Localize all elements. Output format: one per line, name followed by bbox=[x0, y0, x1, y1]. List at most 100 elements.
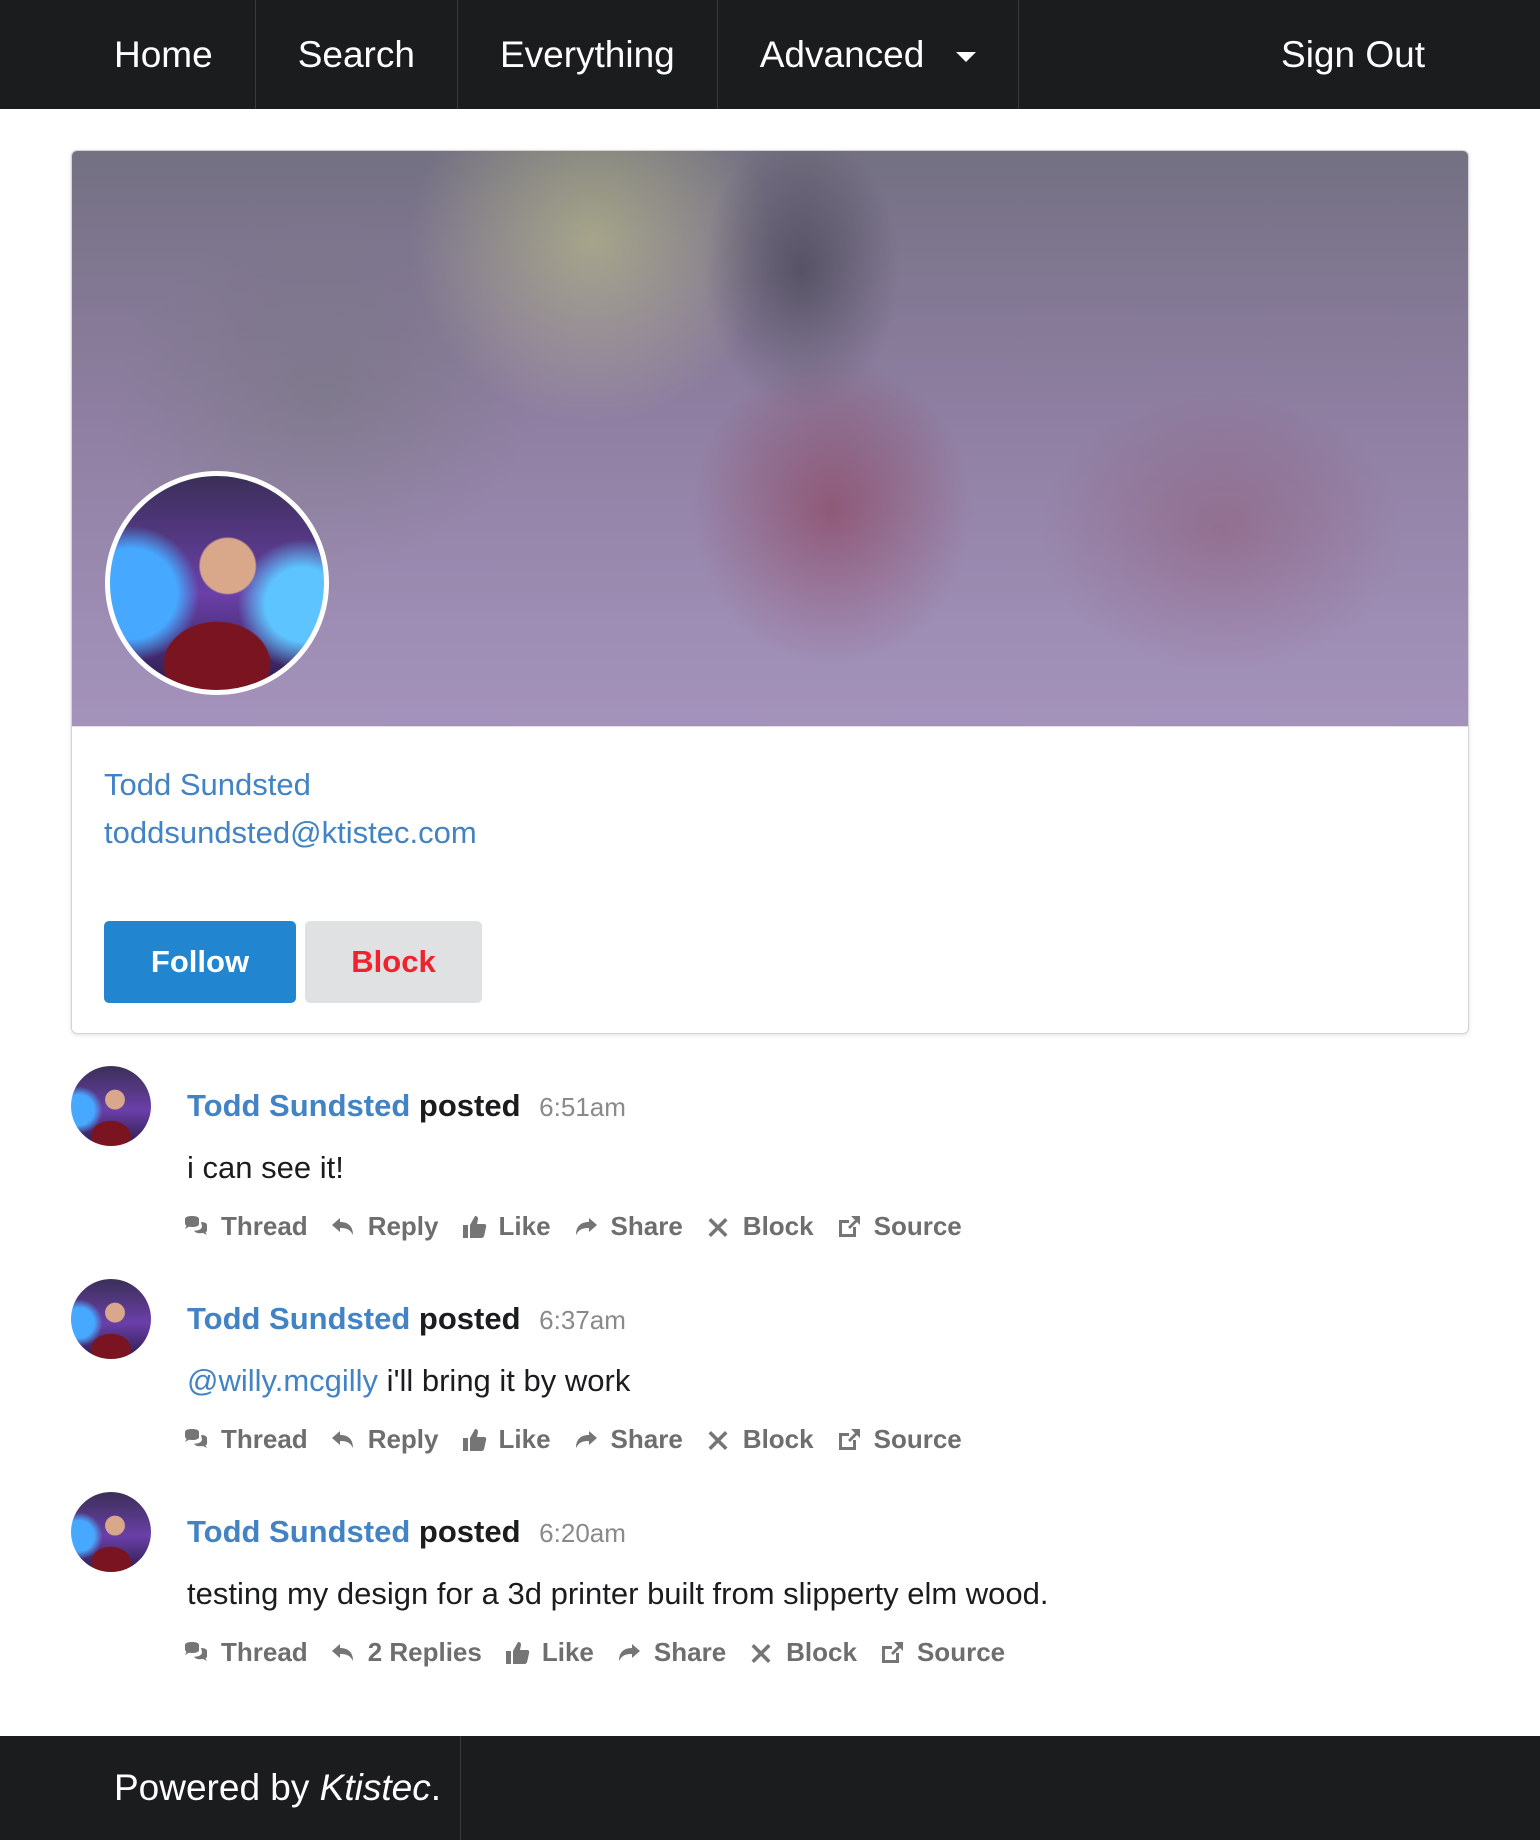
like-label: Like bbox=[498, 1211, 551, 1241]
like-label: Like bbox=[498, 1424, 551, 1454]
block-label: Block bbox=[742, 1211, 814, 1241]
block-action[interactable]: Block bbox=[703, 1424, 814, 1455]
thread-action[interactable]: Thread bbox=[181, 1211, 308, 1242]
post-verb: posted bbox=[418, 1088, 521, 1123]
share-action[interactable]: Share bbox=[614, 1637, 726, 1668]
share-icon bbox=[614, 1638, 644, 1668]
powered-by: Powered by Ktistec. bbox=[0, 1736, 461, 1840]
comments-icon bbox=[181, 1638, 211, 1668]
top-navigation: Home Search Everything Advanced Sign Out bbox=[0, 0, 1540, 109]
source-label: Source bbox=[916, 1637, 1006, 1667]
reply-icon bbox=[328, 1425, 358, 1455]
post-verb: posted bbox=[418, 1514, 521, 1549]
share-label: Share bbox=[610, 1211, 683, 1241]
post-summary: Todd Sundsted posted 6:51am bbox=[187, 1088, 626, 1124]
post-author-avatar[interactable] bbox=[71, 1279, 151, 1359]
post-content: @willy.mcgilly i'll bring it by work bbox=[187, 1363, 630, 1399]
share-icon bbox=[571, 1425, 601, 1455]
reply-action[interactable]: Reply bbox=[328, 1424, 439, 1455]
nav-everything-label: Everything bbox=[499, 33, 675, 75]
follow-button[interactable]: Follow bbox=[104, 921, 296, 1003]
reply-icon bbox=[328, 1212, 358, 1242]
nav-advanced-label: Advanced bbox=[759, 33, 925, 75]
block-button[interactable]: Block bbox=[305, 921, 482, 1003]
thread-action[interactable]: Thread bbox=[181, 1424, 308, 1455]
like-action[interactable]: Like bbox=[459, 1424, 551, 1455]
post-author-avatar[interactable] bbox=[71, 1492, 151, 1572]
comments-icon bbox=[181, 1425, 211, 1455]
post-text: i'll bring it by work bbox=[378, 1363, 631, 1398]
replies-action[interactable]: 2 Replies bbox=[328, 1637, 482, 1668]
post-author-link[interactable]: Todd Sundsted bbox=[187, 1088, 410, 1123]
close-icon bbox=[703, 1425, 733, 1455]
powered-by-prefix: Powered by bbox=[114, 1767, 310, 1808]
post-author-link[interactable]: Todd Sundsted bbox=[187, 1301, 410, 1336]
replies-label: 2 Replies bbox=[367, 1637, 482, 1667]
thumbs-up-icon bbox=[502, 1638, 532, 1668]
post-summary: Todd Sundsted posted 6:37am bbox=[187, 1301, 626, 1337]
thread-label: Thread bbox=[221, 1424, 308, 1454]
post-author-avatar[interactable] bbox=[71, 1066, 151, 1146]
block-label: Block bbox=[742, 1424, 814, 1454]
profile-banner-image bbox=[72, 151, 1468, 726]
external-link-icon bbox=[834, 1425, 864, 1455]
post-timestamp[interactable]: 6:20am bbox=[539, 1518, 626, 1548]
share-action[interactable]: Share bbox=[571, 1424, 683, 1455]
post-item: Todd Sundsted posted 6:37am @willy.mcgil… bbox=[71, 1279, 1469, 1469]
post-content: testing my design for a 3d printer built… bbox=[187, 1576, 1049, 1612]
post-summary: Todd Sundsted posted 6:20am bbox=[187, 1514, 626, 1550]
external-link-icon bbox=[877, 1638, 907, 1668]
post-timestamp[interactable]: 6:37am bbox=[539, 1305, 626, 1335]
post-actions: Thread Reply Like Share Block Source bbox=[181, 1424, 982, 1455]
thumbs-up-icon bbox=[459, 1425, 489, 1455]
profile-handle-link[interactable]: toddsundsted@ktistec.com bbox=[104, 815, 477, 851]
like-action[interactable]: Like bbox=[502, 1637, 594, 1668]
nav-everything[interactable]: Everything bbox=[458, 0, 718, 109]
reply-icon bbox=[328, 1638, 358, 1668]
profile-name-link[interactable]: Todd Sundsted bbox=[104, 767, 311, 803]
post-text: testing my design for a 3d printer built… bbox=[187, 1576, 1049, 1611]
block-action[interactable]: Block bbox=[746, 1637, 857, 1668]
post-item: Todd Sundsted posted 6:20am testing my d… bbox=[71, 1492, 1469, 1682]
close-icon bbox=[746, 1638, 776, 1668]
post-item: Todd Sundsted posted 6:51am i can see it… bbox=[71, 1066, 1469, 1256]
source-action[interactable]: Source bbox=[834, 1424, 962, 1455]
block-label: Block bbox=[786, 1637, 857, 1667]
like-label: Like bbox=[541, 1637, 594, 1667]
share-label: Share bbox=[653, 1637, 727, 1667]
thread-label: Thread bbox=[221, 1637, 308, 1667]
caret-down-icon bbox=[956, 51, 977, 62]
reply-action[interactable]: Reply bbox=[328, 1211, 439, 1242]
footer: Powered by Ktistec. bbox=[0, 1736, 1540, 1840]
source-action[interactable]: Source bbox=[877, 1637, 1005, 1668]
nav-home-label: Home bbox=[114, 33, 213, 75]
source-action[interactable]: Source bbox=[834, 1211, 962, 1242]
post-text: i can see it! bbox=[187, 1150, 344, 1185]
profile-card: Todd Sundsted toddsundsted@ktistec.com F… bbox=[71, 150, 1469, 1034]
nav-advanced-dropdown[interactable]: Advanced bbox=[718, 0, 1020, 109]
share-icon bbox=[571, 1212, 601, 1242]
post-content: i can see it! bbox=[187, 1150, 344, 1186]
profile-details: Todd Sundsted toddsundsted@ktistec.com F… bbox=[72, 726, 1468, 1033]
post-verb: posted bbox=[418, 1301, 521, 1336]
reply-label: Reply bbox=[367, 1211, 439, 1241]
post-mention-link[interactable]: @willy.mcgilly bbox=[187, 1363, 378, 1398]
share-label: Share bbox=[610, 1424, 683, 1454]
close-icon bbox=[703, 1212, 733, 1242]
block-action[interactable]: Block bbox=[703, 1211, 814, 1242]
thread-action[interactable]: Thread bbox=[181, 1637, 308, 1668]
nav-search[interactable]: Search bbox=[256, 0, 458, 109]
sign-out-link[interactable]: Sign Out bbox=[1239, 0, 1540, 109]
like-action[interactable]: Like bbox=[459, 1211, 551, 1242]
post-actions: Thread 2 Replies Like Share Block Source bbox=[181, 1637, 1025, 1668]
powered-by-suffix: . bbox=[430, 1767, 441, 1808]
post-timestamp[interactable]: 6:51am bbox=[539, 1092, 626, 1122]
nav-home[interactable]: Home bbox=[0, 0, 256, 109]
post-author-link[interactable]: Todd Sundsted bbox=[187, 1514, 410, 1549]
ktistec-link[interactable]: Ktistec bbox=[320, 1767, 431, 1809]
profile-avatar bbox=[105, 471, 329, 695]
source-label: Source bbox=[873, 1211, 962, 1241]
comments-icon bbox=[181, 1212, 211, 1242]
share-action[interactable]: Share bbox=[571, 1211, 683, 1242]
